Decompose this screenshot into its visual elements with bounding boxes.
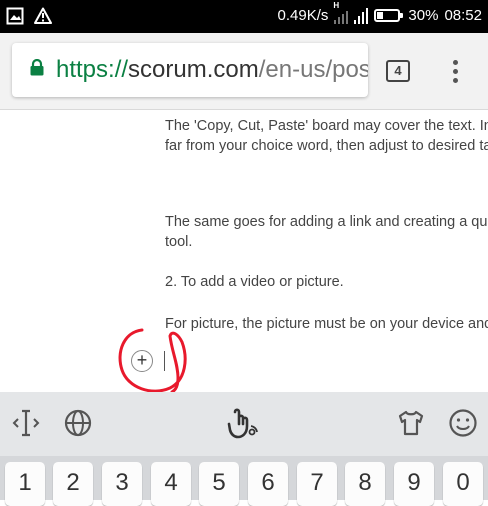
emoji-icon[interactable]	[448, 408, 478, 443]
address-bar[interactable]: https://scorum.com/en-us/pos	[12, 43, 368, 97]
network-speed: 0.49K/s	[277, 7, 329, 24]
key-2[interactable]: 2	[53, 462, 93, 506]
key-3[interactable]: 3	[102, 462, 142, 506]
url-scheme: https://	[56, 56, 129, 83]
battery-icon	[374, 9, 404, 22]
signal-icon: H	[333, 1, 349, 24]
red-highlight-circle	[118, 328, 187, 392]
browser-toolbar: https://scorum.com/en-us/pos 4	[0, 33, 488, 110]
key-4[interactable]: 4	[151, 462, 191, 506]
section-heading-video-picture: 2. To add a video or picture.	[165, 274, 344, 290]
key-5[interactable]: 5	[199, 462, 239, 506]
paragraph-2-line-1: The same goes for adding a link and crea…	[165, 214, 488, 230]
battery-percent: 30%	[408, 7, 439, 24]
key-0[interactable]: 0	[443, 462, 483, 506]
image-notification-icon	[6, 7, 24, 30]
voice-touch-icon[interactable]	[226, 408, 260, 445]
cursor-icon[interactable]	[12, 408, 40, 443]
lock-icon[interactable]	[30, 58, 44, 81]
signal-strength-icon	[354, 7, 369, 24]
key-9[interactable]: 9	[394, 462, 434, 506]
network-type: H	[333, 0, 340, 10]
tab-switcher-button[interactable]: 4	[386, 60, 410, 82]
keyboard-toolbar	[0, 392, 488, 456]
keyboard-number-row: 1 2 3 4 5 6 7 8 9 0	[0, 456, 488, 506]
warning-icon	[34, 7, 52, 30]
globe-icon[interactable]	[64, 408, 92, 443]
paragraph-2-line-2: tool.	[165, 234, 193, 250]
paragraph-1-line-2: far from your choice word, then adjust t…	[165, 138, 488, 154]
key-6[interactable]: 6	[248, 462, 288, 506]
key-1[interactable]: 1	[5, 462, 45, 506]
article-editor[interactable]: The 'Copy, Cut, Paste' board may cover t…	[0, 110, 488, 392]
url-host: scorum.com	[128, 56, 259, 83]
status-bar: 0.49K/s H 30% 08:52	[0, 0, 488, 33]
clock: 08:52	[444, 7, 482, 24]
url-path: /en-us/pos	[258, 56, 368, 83]
paragraph-1-line-1: The 'Copy, Cut, Paste' board may cover t…	[165, 118, 488, 134]
url-text[interactable]: https://scorum.com/en-us/pos	[56, 56, 368, 84]
more-options-icon[interactable]	[450, 60, 460, 86]
paragraph-3-line-1: For picture, the picture must be on your…	[165, 316, 488, 332]
theme-shirt-icon[interactable]	[396, 408, 426, 443]
key-8[interactable]: 8	[345, 462, 385, 506]
key-7[interactable]: 7	[297, 462, 337, 506]
